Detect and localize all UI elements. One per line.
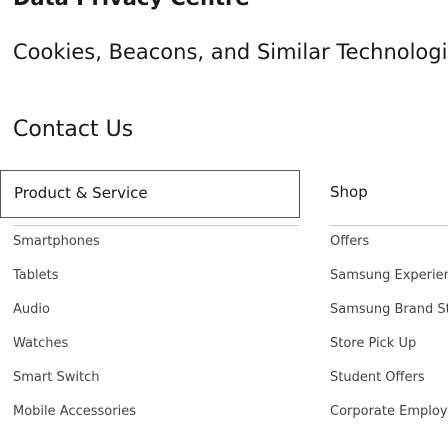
shop-title[interactable]: Shop [330, 183, 368, 201]
footer-link-audio[interactable]: Audio [13, 302, 136, 336]
product-service-list: Smartphones Tablets Audio Watches Smart … [13, 234, 136, 438]
contact-us-heading: Contact Us [13, 117, 134, 142]
footer-link-experience-store[interactable]: Samsung Experience Store [330, 268, 448, 302]
product-service-title: Product & Service [14, 184, 148, 202]
footer-link-smart-switch[interactable]: Smart Switch [13, 370, 136, 404]
footer-link-store-pick-up[interactable]: Store Pick Up [330, 336, 448, 370]
footer-link-corporate-programme[interactable]: Corporate Employee Programme [330, 404, 448, 438]
section-heading: Cookies, Beacons, and Similar Technologi… [13, 40, 448, 64]
divider [13, 225, 299, 226]
page: Data Privacy Centre Cookies, Beacons, an… [0, 0, 448, 448]
footer-link-smartphones[interactable]: Smartphones [13, 234, 136, 268]
shop-list: Offers Samsung Experience Store Samsung … [330, 234, 448, 438]
footer-link-mobile-accessories[interactable]: Mobile Accessories [13, 404, 136, 438]
product-service-toggle[interactable]: Product & Service [0, 170, 300, 218]
page-heading: Data Privacy Centre [13, 0, 250, 10]
divider [330, 225, 448, 226]
footer-link-brand-store[interactable]: Samsung Brand Store [330, 302, 448, 336]
footer-link-watches[interactable]: Watches [13, 336, 136, 370]
footer-link-offers[interactable]: Offers [330, 234, 448, 268]
footer-link-student-offers[interactable]: Student Offers [330, 370, 448, 404]
footer-link-tablets[interactable]: Tablets [13, 268, 136, 302]
